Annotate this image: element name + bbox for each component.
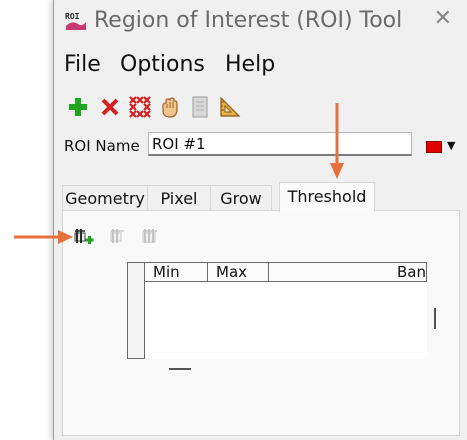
vertical-scrollbar[interactable] <box>434 308 436 329</box>
color-dropdown-icon[interactable]: ▼ <box>447 139 455 152</box>
close-button[interactable]: ✕ <box>434 6 452 31</box>
menu-options[interactable]: Options <box>120 52 205 77</box>
set-square-icon[interactable] <box>218 95 242 119</box>
roi-color-swatch[interactable] <box>426 141 442 153</box>
title-bar: ROI Region of Interest (ROI) Tool ✕ <box>54 0 467 44</box>
tab-grow[interactable]: Grow <box>210 185 272 210</box>
window-title: Region of Interest (ROI) Tool <box>94 8 403 33</box>
file-icon[interactable] <box>188 95 212 119</box>
delete-icon[interactable] <box>98 95 122 119</box>
remove-threshold-icon[interactable] <box>140 227 162 245</box>
row-header-column <box>127 262 145 359</box>
roi-app-icon: ROI <box>65 12 86 30</box>
tab-geometry[interactable]: Geometry <box>62 185 148 210</box>
roi-name-input[interactable] <box>148 132 412 156</box>
add-threshold-arrow <box>14 230 73 244</box>
add-icon[interactable] <box>66 95 90 119</box>
column-header-min[interactable]: Min <box>145 262 208 282</box>
edit-threshold-icon[interactable] <box>108 227 130 245</box>
horizontal-scrollbar[interactable] <box>169 368 191 370</box>
menu-file[interactable]: File <box>64 52 101 77</box>
svg-text:ROI: ROI <box>65 12 80 21</box>
tab-pixel[interactable]: Pixel <box>147 185 211 210</box>
delete-all-icon[interactable] <box>128 95 152 119</box>
menu-help[interactable]: Help <box>225 52 275 77</box>
column-header-band[interactable]: Ban <box>269 262 427 282</box>
tab-threshold[interactable]: Threshold <box>279 182 375 212</box>
roi-name-label: ROI Name <box>64 137 140 155</box>
column-header-max[interactable]: Max <box>208 262 269 282</box>
add-threshold-icon[interactable] <box>74 227 96 245</box>
threshold-tab-arrow <box>330 103 344 179</box>
grab-hand-icon[interactable] <box>158 95 182 119</box>
threshold-table: Min Max Ban <box>127 262 427 359</box>
roi-tool-window: ROI Region of Interest (ROI) Tool ✕ File… <box>53 0 467 440</box>
